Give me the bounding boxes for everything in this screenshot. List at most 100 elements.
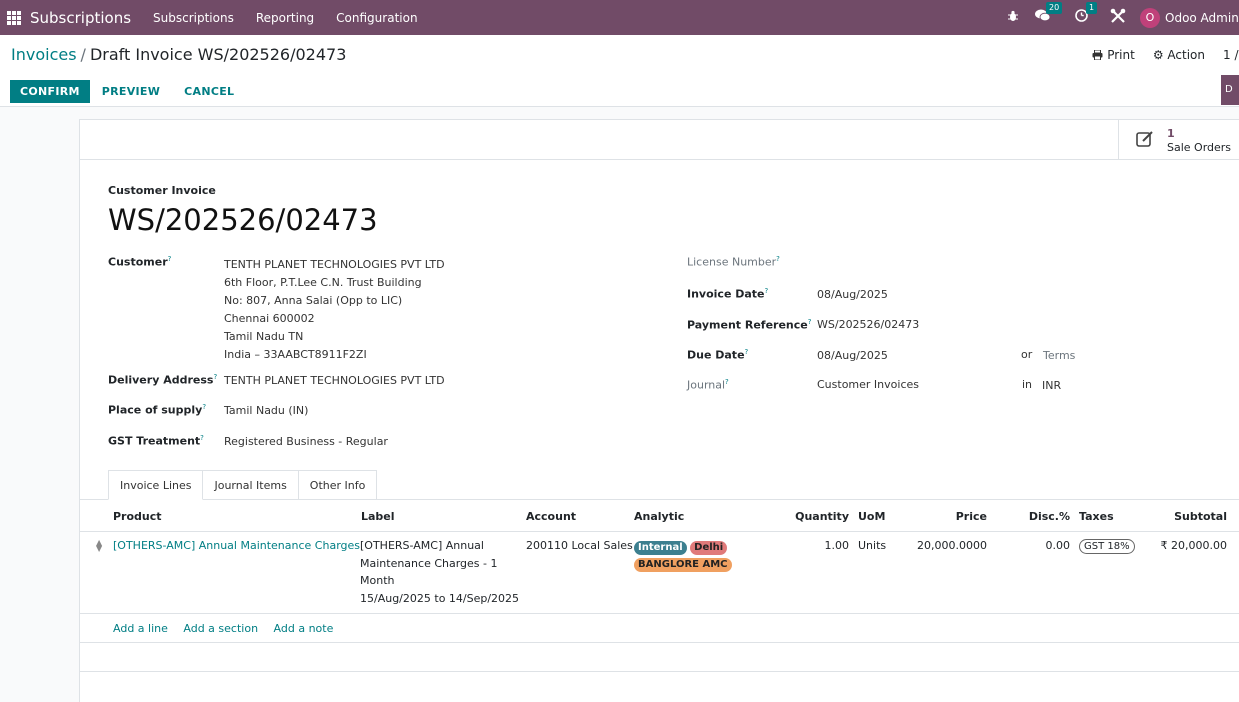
address-line: Tamil Nadu TN bbox=[224, 330, 304, 343]
analytic-tag: Delhi bbox=[690, 541, 728, 555]
line-quantity[interactable]: 1.00 bbox=[825, 537, 850, 555]
line-analytic-tags[interactable]: Internal Delhi BANGLORE AMC bbox=[634, 538, 732, 572]
column-quantity[interactable]: Quantity bbox=[795, 510, 849, 523]
menu-configuration[interactable]: Configuration bbox=[336, 11, 417, 25]
invoice-date-field[interactable]: 08/Aug/2025 bbox=[817, 288, 888, 301]
add-line-links: Add a line Add a section Add a note bbox=[113, 622, 345, 635]
gear-icon: ⚙ bbox=[1152, 48, 1164, 62]
currency-field[interactable]: INR bbox=[1042, 379, 1061, 392]
app-title[interactable]: Subscriptions bbox=[30, 9, 131, 27]
printer-icon bbox=[1092, 49, 1103, 61]
add-section-link[interactable]: Add a section bbox=[183, 622, 258, 635]
smart-button-box: 1 Sale Orders bbox=[80, 120, 1239, 160]
breadcrumb-invoices-link[interactable]: Invoices bbox=[11, 45, 77, 64]
license-number-label: License Number? bbox=[687, 255, 780, 269]
messages-icon[interactable]: 20 bbox=[1035, 2, 1063, 26]
column-uom[interactable]: UoM bbox=[858, 510, 885, 523]
bug-icon[interactable] bbox=[1007, 10, 1019, 26]
add-note-link[interactable]: Add a note bbox=[274, 622, 334, 635]
invoice-form-sheet: 1 Sale Orders Customer Invoice WS/202526… bbox=[79, 119, 1239, 702]
in-text: in bbox=[1022, 378, 1033, 391]
due-date-field[interactable]: 08/Aug/2025 bbox=[817, 349, 888, 362]
invoice-date-label: Invoice Date? bbox=[687, 287, 769, 301]
user-avatar[interactable]: O bbox=[1140, 7, 1160, 28]
line-uom[interactable]: Units bbox=[858, 537, 886, 555]
payment-terms-field[interactable]: Terms bbox=[1043, 349, 1075, 362]
confirm-button[interactable]: CONFIRM bbox=[10, 80, 90, 103]
customer-name: TENTH PLANET TECHNOLOGIES PVT LTD bbox=[224, 258, 445, 271]
address-line: Chennai 600002 bbox=[224, 312, 315, 325]
action-menu-button[interactable]: ⚙ Action bbox=[1153, 48, 1205, 62]
journal-field[interactable]: Customer Invoices bbox=[817, 378, 919, 391]
help-icon[interactable]: ? bbox=[725, 378, 729, 386]
address-line: No: 807, Anna Salai (Opp to LIC) bbox=[224, 294, 403, 307]
action-label: Action bbox=[1167, 48, 1205, 62]
sale-orders-smart-button[interactable]: 1 Sale Orders bbox=[1118, 120, 1239, 159]
column-price[interactable]: Price bbox=[956, 510, 987, 523]
due-date-label: Due Date? bbox=[687, 348, 749, 362]
tab-other-info[interactable]: Other Info bbox=[298, 470, 378, 500]
line-price[interactable]: 20,000.0000 bbox=[917, 537, 987, 555]
menu-reporting[interactable]: Reporting bbox=[256, 11, 314, 25]
customer-field-label: Customer? bbox=[108, 255, 172, 269]
line-product[interactable]: [OTHERS-AMC] Annual Maintenance Charges bbox=[113, 537, 360, 555]
pager-value[interactable]: 1 / bbox=[1223, 48, 1239, 62]
help-icon[interactable]: ? bbox=[765, 287, 769, 295]
user-name[interactable]: Odoo Admin ( bbox=[1165, 11, 1239, 25]
column-account[interactable]: Account bbox=[526, 510, 576, 523]
analytic-tag: Internal bbox=[634, 541, 687, 555]
drag-handle-icon[interactable]: ▲ ▼ bbox=[96, 539, 102, 553]
place-of-supply-field[interactable]: Tamil Nadu (IN) bbox=[224, 404, 308, 417]
help-icon[interactable]: ? bbox=[808, 318, 812, 326]
payment-reference-field[interactable]: WS/202526/02473 bbox=[817, 318, 919, 331]
invoice-type-label: Customer Invoice bbox=[108, 184, 216, 197]
edit-pencil-icon bbox=[1136, 130, 1154, 153]
column-label[interactable]: Label bbox=[361, 510, 395, 523]
table-divider bbox=[80, 642, 1239, 643]
preview-button[interactable]: PREVIEW bbox=[90, 80, 172, 103]
statusbar-draft-stage[interactable]: D bbox=[1221, 75, 1239, 105]
top-navbar: Subscriptions Subscriptions Reporting Co… bbox=[0, 0, 1239, 35]
table-row[interactable]: ▲ ▼ [OTHERS-AMC] Annual Maintenance Charg… bbox=[80, 532, 1239, 614]
help-icon[interactable]: ? bbox=[745, 348, 749, 356]
line-taxes[interactable]: GST 18% bbox=[1079, 537, 1135, 555]
column-product[interactable]: Product bbox=[113, 510, 162, 523]
payment-reference-label: Payment Reference? bbox=[687, 318, 812, 332]
line-label-text: 15/Aug/2025 to 14/Sep/2025 bbox=[360, 591, 520, 605]
customer-address-block[interactable]: TENTH PLANET TECHNOLOGIES PVT LTD 6th Fl… bbox=[224, 256, 445, 364]
line-discount[interactable]: 0.00 bbox=[1046, 537, 1071, 555]
line-account[interactable]: 200110 Local Sales bbox=[526, 537, 633, 555]
column-discount[interactable]: Disc.% bbox=[1029, 510, 1070, 523]
tab-journal-items[interactable]: Journal Items bbox=[203, 470, 299, 500]
tab-invoice-lines[interactable]: Invoice Lines bbox=[108, 470, 204, 500]
line-subtotal: ₹ 20,000.00 bbox=[1160, 539, 1227, 552]
column-subtotal[interactable]: Subtotal bbox=[1174, 510, 1227, 523]
address-line: 6th Floor, P.T.Lee C.N. Trust Building bbox=[224, 276, 422, 289]
control-panel: Invoices / Draft Invoice WS/202526/02473 P… bbox=[0, 35, 1239, 107]
help-icon[interactable]: ? bbox=[213, 373, 217, 381]
delivery-address-label: Delivery Address? bbox=[108, 373, 218, 387]
delivery-address-field[interactable]: TENTH PLANET TECHNOLOGIES PVT LTD bbox=[224, 374, 445, 387]
help-icon[interactable]: ? bbox=[776, 255, 780, 263]
print-label: Print bbox=[1107, 48, 1135, 62]
place-of-supply-label: Place of supply? bbox=[108, 403, 207, 417]
sale-orders-count: 1 bbox=[1167, 127, 1175, 140]
messages-count-badge: 20 bbox=[1046, 2, 1063, 14]
help-icon[interactable]: ? bbox=[168, 255, 172, 263]
help-icon[interactable]: ? bbox=[200, 434, 204, 442]
activity-clock-icon[interactable]: 1 bbox=[1075, 2, 1098, 26]
column-taxes[interactable]: Taxes bbox=[1079, 510, 1114, 523]
cancel-button[interactable]: CANCEL bbox=[172, 80, 246, 103]
table-divider bbox=[80, 671, 1239, 672]
apps-menu-icon[interactable] bbox=[7, 10, 21, 25]
column-analytic[interactable]: Analytic bbox=[634, 510, 684, 523]
gst-treatment-field[interactable]: Registered Business - Regular bbox=[224, 435, 388, 448]
menu-subscriptions[interactable]: Subscriptions bbox=[153, 11, 234, 25]
tools-icon[interactable] bbox=[1110, 8, 1126, 28]
add-line-link[interactable]: Add a line bbox=[113, 622, 168, 635]
breadcrumb-current: Draft Invoice WS/202526/02473 bbox=[89, 45, 347, 64]
help-icon[interactable]: ? bbox=[202, 403, 206, 411]
tax-tag: GST 18% bbox=[1079, 539, 1135, 554]
print-button[interactable]: Print bbox=[1092, 48, 1135, 62]
line-label[interactable]: [OTHERS-AMC] Annual Maintenance Charges … bbox=[360, 537, 519, 607]
